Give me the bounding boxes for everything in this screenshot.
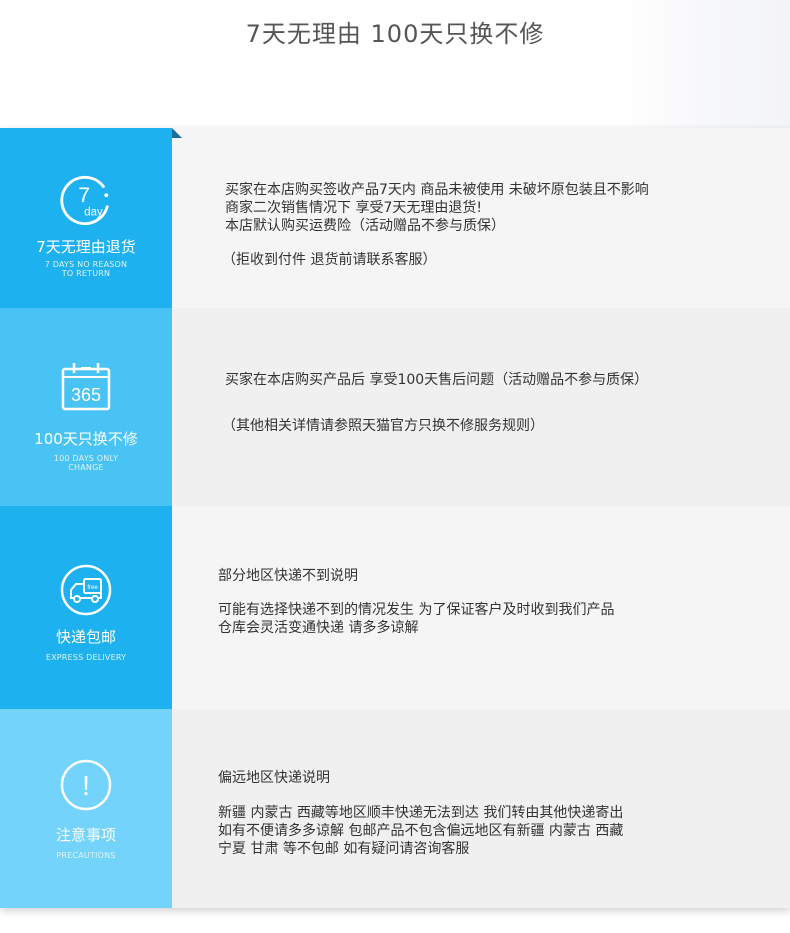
section-text: 新疆 内蒙古 西藏等地区顺丰快递无法到达 我们转由其他快递寄出 如有不便请多多谅… [218, 804, 623, 858]
text-line: 可能有选择快递不到的情况发生 为了保证客户及时收到我们产品 [218, 602, 615, 618]
section-note: （其他相关详情请参照天猫官方只换不修服务规则） [222, 418, 544, 434]
section-100-day-change: 365 100天只换不修 100 DAYS ONLY CHANGE 买家在本店购… [0, 308, 790, 506]
text-line: 新疆 内蒙古 西藏等地区顺丰快递无法到达 我们转由其他快递寄出 [218, 805, 624, 821]
text-line: 商家二次销售情况下 享受7天无理由退货! [225, 200, 482, 216]
exclamation-icon: ! [59, 758, 113, 812]
icon-unit: day [84, 206, 103, 218]
section-title-en-2: CHANGE [68, 463, 104, 472]
section-badge-7-day: 7 day 7天无理由退货 7 DAYS NO REASON TO RETURN [0, 128, 172, 308]
section-title-cn: 快递包邮 [55, 628, 116, 646]
icon-number: 365 [71, 385, 101, 405]
text-line: 买家在本店购买产品后 享受100天售后问题（活动赠品不参与质保） [225, 372, 649, 388]
text-line: 如有不便请多多谅解 包邮产品不包含偏远地区有新疆 内蒙古 西藏 [218, 823, 624, 839]
text-line: 宁夏 甘肃 等不包邮 如有疑问请咨询客服 [218, 841, 470, 857]
section-title-en-2: TO RETURN [61, 269, 111, 278]
section-express-delivery: free 快递包邮 EXPRESS DELIVERY 部分地区快递不到说明 可能… [0, 506, 790, 709]
section-badge-precautions: ! 注意事项 PRECAUTIONS [0, 709, 172, 908]
section-title-en-1: 100 DAYS ONLY [53, 454, 119, 463]
text-line: 仓库会灵活变通快递 请多多谅解 [218, 620, 419, 636]
icon-symbol: ! [82, 770, 90, 801]
page-title: 7天无理由 100天只换不修 [245, 20, 545, 48]
calendar-365-icon: 365 [60, 360, 112, 412]
section-text: 可能有选择快递不到的情况发生 为了保证客户及时收到我们产品 仓库会灵活变通快递 … [218, 601, 614, 637]
section-content: 部分地区快递不到说明 可能有选择快递不到的情况发生 为了保证客户及时收到我们产品… [172, 506, 790, 709]
section-7-day-return: 7 day 7天无理由退货 7 DAYS NO REASON TO RETURN… [0, 128, 790, 308]
section-title-en: PRECAUTIONS [56, 851, 116, 860]
text-line: 本店默认购买运费险（活动赠品不参与质保） [225, 218, 505, 234]
icon-number: 7 [78, 184, 90, 207]
delivery-truck-icon: free [59, 563, 113, 617]
text-line: 买家在本店购买签收产品7天内 商品未被使用 未破坏原包装且不影响 [225, 182, 649, 198]
section-badge-100-day: 365 100天只换不修 100 DAYS ONLY CHANGE [0, 308, 172, 506]
section-content: 买家在本店购买签收产品7天内 商品未被使用 未破坏原包装且不影响 商家二次销售情… [172, 128, 790, 308]
section-note: （拒收到付件 退货前请联系客服） [222, 252, 437, 268]
section-text: 买家在本店购买签收产品7天内 商品未被使用 未破坏原包装且不影响 商家二次销售情… [225, 181, 649, 235]
section-title-en: EXPRESS DELIVERY [45, 653, 127, 662]
section-title-en-1: 7 DAYS NO REASON [44, 260, 128, 269]
section-title-cn: 100天只换不修 [34, 430, 138, 448]
section-title-cn: 7天无理由退货 [36, 238, 136, 256]
section-badge-delivery: free 快递包邮 EXPRESS DELIVERY [0, 506, 172, 709]
section-heading: 部分地区快递不到说明 [218, 568, 358, 584]
section-content: 买家在本店购买产品后 享受100天售后问题（活动赠品不参与质保） （其他相关详情… [172, 308, 790, 506]
section-heading: 偏远地区快递说明 [218, 770, 330, 786]
icon-badge: free [87, 585, 98, 591]
tab-corner [172, 128, 182, 138]
section-precautions: ! 注意事项 PRECAUTIONS 偏远地区快递说明 新疆 内蒙古 西藏等地区… [0, 709, 790, 908]
section-content: 偏远地区快递说明 新疆 内蒙古 西藏等地区顺丰快递无法到达 我们转由其他快递寄出… [172, 709, 790, 908]
section-title-cn: 注意事项 [55, 826, 116, 844]
clock-7-day-icon: 7 day [59, 172, 113, 226]
